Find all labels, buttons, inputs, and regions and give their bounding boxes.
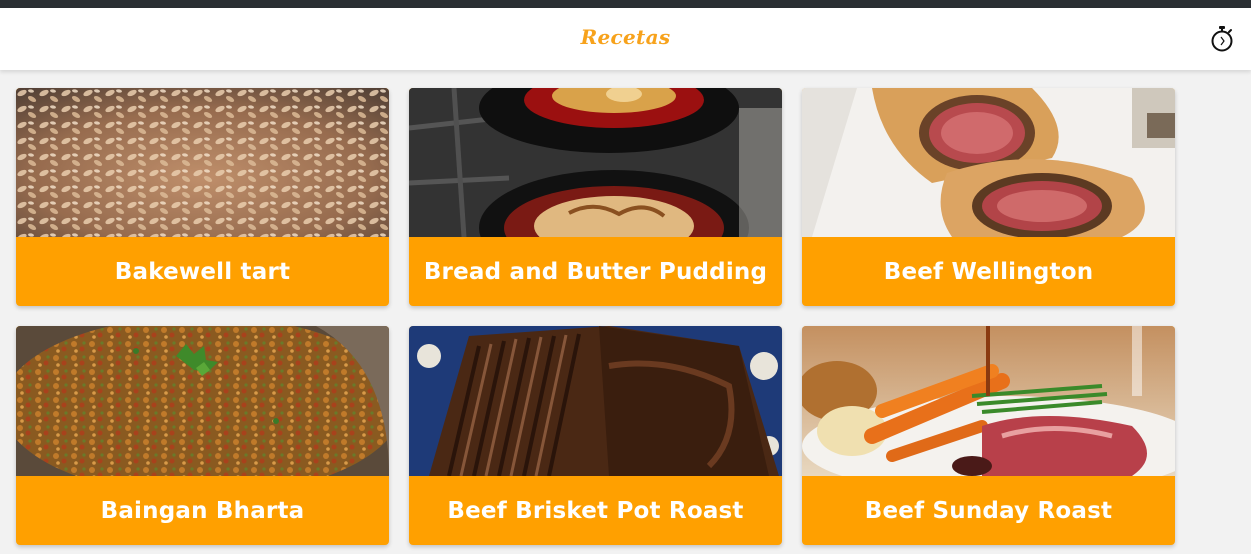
baingan-bharta-photo xyxy=(16,326,389,476)
beef-wellington-photo xyxy=(802,88,1175,237)
bakewell-tart-photo xyxy=(16,88,389,237)
recipe-card[interactable]: Bread and Butter Pudding xyxy=(409,88,782,306)
stopwatch-icon xyxy=(1211,26,1233,52)
recipe-card[interactable]: Beef Wellington xyxy=(802,88,1175,306)
recipe-card[interactable]: Beef Brisket Pot Roast xyxy=(409,326,782,545)
stopwatch-button[interactable] xyxy=(1209,25,1235,53)
bread-butter-pudding-photo xyxy=(409,88,782,237)
recipe-title: Beef Sunday Roast xyxy=(864,497,1113,524)
beef-brisket-photo xyxy=(409,326,782,476)
recipe-title: Bread and Butter Pudding xyxy=(423,258,768,285)
recipe-card[interactable]: Beef Sunday Roast xyxy=(802,326,1175,545)
browser-top-strip xyxy=(0,0,1251,8)
beef-sunday-roast-photo xyxy=(802,326,1175,476)
recipe-card[interactable]: Baingan Bharta xyxy=(16,326,389,545)
recipe-title: Beef Brisket Pot Roast xyxy=(447,497,744,524)
brand-title[interactable]: Recetas xyxy=(0,25,1251,49)
recipe-title: Baingan Bharta xyxy=(100,497,305,524)
recipe-card[interactable]: Bakewell tart xyxy=(16,88,389,306)
recipe-title: Beef Wellington xyxy=(883,258,1094,285)
recipe-title: Bakewell tart xyxy=(114,258,291,285)
app-header: Recetas xyxy=(0,8,1251,70)
